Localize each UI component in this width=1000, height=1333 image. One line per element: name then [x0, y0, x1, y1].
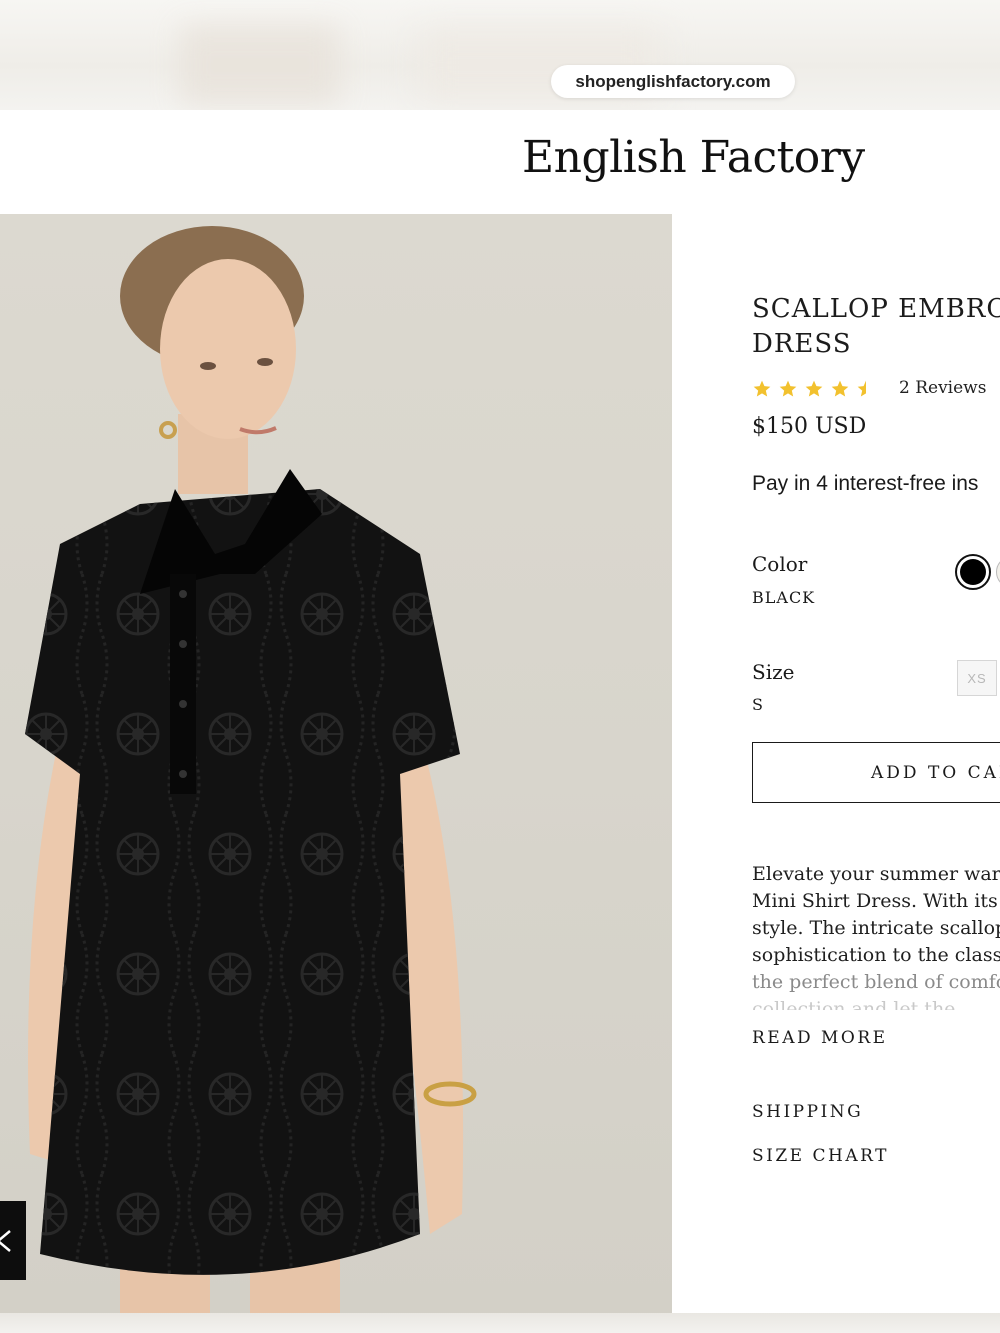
- description-line: Elevate your summer ward: [752, 863, 1000, 885]
- color-value: BLACK: [752, 588, 816, 607]
- star-icon: [753, 380, 771, 397]
- size-chart-link[interactable]: SIZE CHART: [752, 1146, 889, 1166]
- product-title-line-1: SCALLOP EMBROI: [752, 294, 1000, 324]
- bottom-strip: [0, 1313, 1000, 1333]
- star-icon: [805, 380, 823, 397]
- color-swatch-black[interactable]: [955, 554, 991, 590]
- add-to-cart-button[interactable]: ADD TO CAR: [752, 742, 1000, 803]
- half-star-icon: [857, 380, 866, 397]
- color-swatch-other[interactable]: [996, 556, 1000, 588]
- chevron-left-icon: [0, 1229, 11, 1252]
- description-line: style. The intricate scallop: [752, 917, 1000, 939]
- product-info-panel: SCALLOP EMBROI DRESS 2 Reviews $150 USD …: [672, 214, 1000, 1313]
- description-line: collection and let the...: [752, 998, 974, 1010]
- star-icon: [779, 380, 797, 397]
- installments-text[interactable]: Pay in 4 interest-free ins: [752, 472, 978, 496]
- reviews-link[interactable]: 2 Reviews: [899, 378, 986, 398]
- product-description: Elevate your summer ward Mini Shirt Dres…: [752, 861, 1000, 1010]
- size-label: Size: [752, 660, 795, 684]
- prev-image-button[interactable]: [0, 1201, 26, 1280]
- shipping-link[interactable]: SHIPPING: [752, 1102, 863, 1122]
- product-price: $150 USD: [752, 414, 867, 439]
- rating-stars[interactable]: [752, 379, 876, 399]
- site-logo[interactable]: English Factory: [522, 130, 865, 186]
- description-line: Mini Shirt Dress. With its: [752, 890, 998, 912]
- url-pill[interactable]: shopenglishfactory.com: [551, 65, 795, 98]
- product-title-line-2: DRESS: [752, 329, 852, 359]
- description-line: the perfect blend of comfo: [752, 971, 1000, 993]
- size-value: S: [752, 695, 764, 714]
- product-image[interactable]: [0, 214, 672, 1313]
- star-icon: [831, 380, 849, 397]
- browser-url-bar-area: shopenglishfactory.com: [0, 0, 1000, 110]
- product-title: SCALLOP EMBROI DRESS: [752, 292, 1000, 362]
- size-option-xs[interactable]: XS: [957, 660, 997, 696]
- color-label: Color: [752, 552, 808, 576]
- model-photo: [25, 226, 477, 1313]
- read-more-link[interactable]: READ MORE: [752, 1028, 888, 1048]
- description-line: sophistication to the classi: [752, 944, 1000, 966]
